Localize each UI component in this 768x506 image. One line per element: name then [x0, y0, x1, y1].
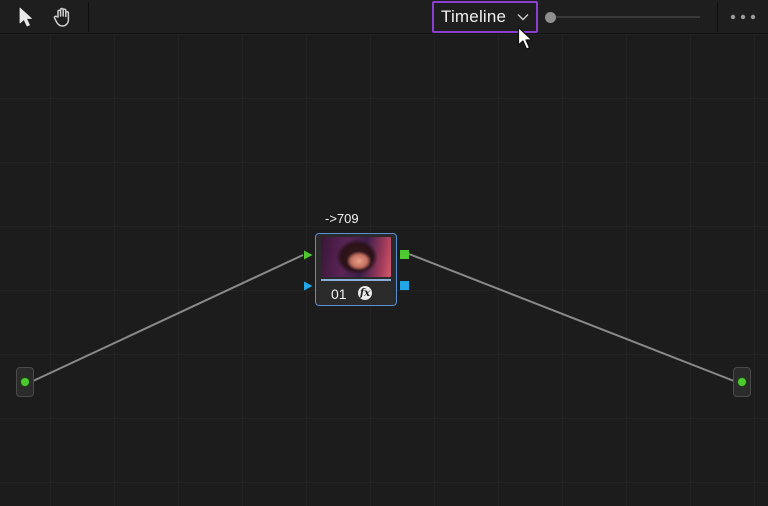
node-label: ->709	[325, 211, 359, 226]
source-input-icon	[21, 378, 29, 386]
input-connection-line[interactable]	[32, 254, 304, 382]
alpha-input-port[interactable]	[303, 281, 313, 291]
node-thumbnail-bar	[321, 279, 391, 281]
node-number: 01	[331, 286, 347, 302]
rgb-output-port[interactable]	[400, 250, 409, 259]
output-connection-line[interactable]	[408, 253, 735, 382]
fx-badge-icon: fx	[358, 286, 372, 300]
output-endpoint[interactable]	[733, 367, 751, 397]
mouse-cursor-icon	[517, 26, 533, 50]
output-icon	[738, 378, 746, 386]
rgb-input-port[interactable]	[303, 250, 313, 260]
source-input-endpoint[interactable]	[16, 367, 34, 397]
node-thumbnail	[321, 237, 391, 277]
corrector-node[interactable]: 01 fx	[315, 233, 397, 306]
node-editor[interactable]: Timeline ->709 01 fx	[0, 0, 768, 506]
alpha-output-port[interactable]	[400, 281, 409, 290]
